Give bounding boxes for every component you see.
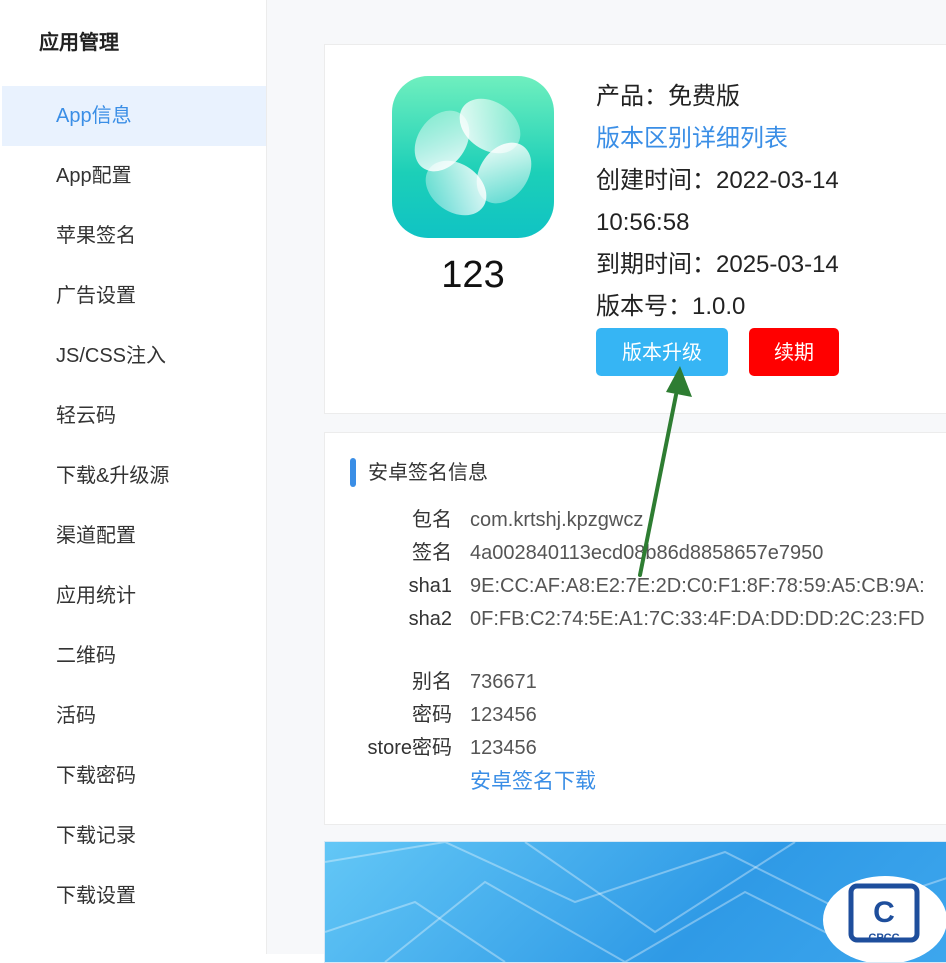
- sidebar-title: 应用管理: [39, 32, 119, 54]
- expire-date: 到期时间：2025-03-14: [596, 251, 839, 278]
- product-edition: 产品：免费版: [596, 83, 740, 110]
- upgrade-button[interactable]: 版本升级: [596, 328, 728, 376]
- signing-section-title: 安卓签名信息: [368, 462, 488, 484]
- sha2-value: 0F:FB:C2:74:5E:A1:7C:33:4F:DA:DD:DD:2C:2…: [470, 608, 925, 630]
- password-value: 123456: [470, 704, 537, 726]
- store-password-value: 123456: [470, 737, 537, 759]
- signature-label: 签名: [412, 542, 452, 564]
- version-diff-link[interactable]: 版本区别详细列表: [596, 124, 788, 154]
- sidebar-item-apple-sign[interactable]: 苹果签名: [2, 206, 266, 266]
- alias-value: 736671: [470, 671, 537, 693]
- sidebar-item-download-settings[interactable]: 下载设置: [2, 866, 266, 926]
- sha1-label: sha1: [408, 575, 452, 597]
- created-date: 创建时间：2022-03-14: [596, 167, 839, 194]
- signing-download-link[interactable]: 安卓签名下载: [470, 769, 596, 795]
- store-password-label: store密码: [367, 737, 452, 759]
- banner-pattern: C CPCC: [325, 842, 946, 962]
- sidebar-item-js-css-inject[interactable]: JS/CSS注入: [2, 326, 266, 386]
- sidebar-item-app-config[interactable]: App配置: [2, 146, 266, 206]
- signature-value: 4a002840113ecd08b86d8858657e7950: [470, 542, 824, 564]
- sha2-label: sha2: [408, 608, 452, 630]
- sidebar-item-light-cloud-code[interactable]: 轻云码: [2, 386, 266, 446]
- pinwheel-icon: [414, 98, 532, 216]
- package-name-label: 包名: [412, 509, 452, 531]
- sidebar-item-download-records[interactable]: 下载记录: [2, 806, 266, 866]
- section-accent-bar: [350, 458, 356, 487]
- password-label: 密码: [412, 704, 452, 726]
- renew-button[interactable]: 续期: [749, 328, 839, 376]
- sidebar-item-ad-settings[interactable]: 广告设置: [2, 266, 266, 326]
- banner-logo-text: CPCC: [868, 932, 899, 944]
- package-name-value: com.krtshj.kpzgwcz: [470, 509, 644, 531]
- sidebar-item-download-upgrade-source[interactable]: 下载&升级源: [2, 446, 266, 506]
- version-number: 版本号：1.0.0: [596, 293, 746, 320]
- created-time: 10:56:58: [596, 209, 690, 236]
- alias-label: 别名: [412, 671, 452, 693]
- app-icon: [392, 76, 554, 238]
- app-name: 123: [441, 254, 505, 296]
- sidebar-menu: App信息 App配置 苹果签名 广告设置 JS/CSS注入 轻云码 下载&升级…: [2, 86, 266, 926]
- sidebar: 应用管理 App信息 App配置 苹果签名 广告设置 JS/CSS注入 轻云码 …: [0, 0, 267, 954]
- sidebar-item-app-info[interactable]: App信息: [2, 86, 266, 146]
- banner-logo-letter: C: [873, 896, 895, 929]
- sha1-value: 9E:CC:AF:A8:E2:7E:2D:C0:F1:8F:78:59:A5:C…: [470, 575, 925, 597]
- promo-banner[interactable]: C CPCC: [324, 841, 946, 963]
